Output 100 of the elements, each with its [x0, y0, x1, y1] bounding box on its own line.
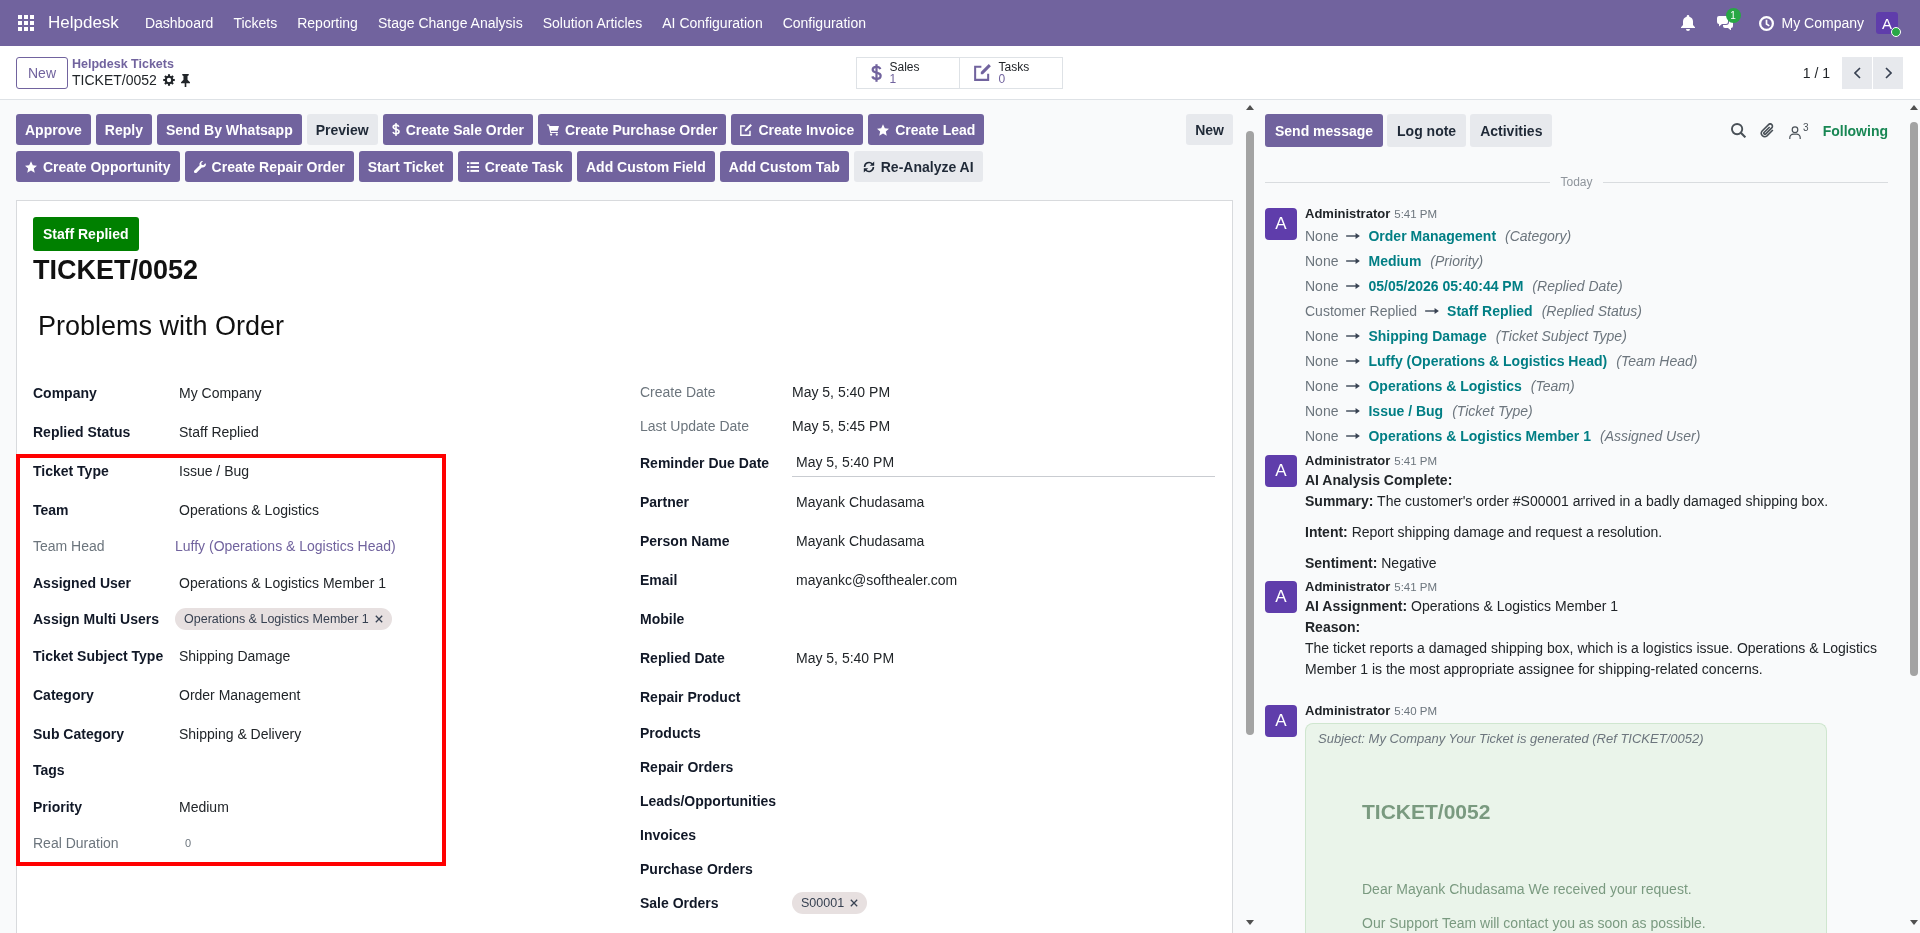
old-value: None — [1305, 252, 1339, 269]
menu-item[interactable]: Reporting — [287, 15, 368, 31]
input-field[interactable]: Operations & Logistics Member 1 — [175, 572, 386, 593]
field-label: Create Date — [640, 384, 717, 400]
old-value: Customer Replied — [1305, 302, 1418, 319]
field-label: Repair Orders — [640, 759, 735, 775]
arrow-icon — [1346, 282, 1361, 289]
action-button[interactable]: Create Opportunity — [16, 151, 180, 182]
tag[interactable]: S00001 — [792, 892, 868, 914]
action-button[interactable]: Start Ticket — [358, 151, 453, 182]
email-subject: Subject: My Company Your Ticket is generated (Ref TICKET/0052) — [1318, 731, 1704, 747]
next-button[interactable] — [1873, 56, 1903, 89]
input-field[interactable]: Order Management — [175, 684, 301, 705]
chatter-button[interactable]: Activities — [1470, 114, 1553, 147]
pager-counter[interactable]: 1 / 1 — [1802, 64, 1830, 81]
new-button[interactable]: New — [16, 56, 68, 89]
field-link[interactable]: Luffy (Operations & Logistics Head) — [175, 538, 396, 554]
action-button[interactable]: Approve — [16, 114, 91, 145]
close-icon[interactable] — [850, 899, 859, 907]
old-value: None — [1305, 352, 1339, 369]
input-field[interactable]: Shipping & Delivery — [175, 723, 302, 744]
field-name: (Team Head) — [1616, 352, 1698, 369]
clock-icon[interactable] — [1758, 15, 1774, 31]
old-value: None — [1305, 227, 1339, 244]
arrow-icon — [1346, 432, 1361, 439]
scrollbar-thumb[interactable] — [1245, 131, 1254, 735]
field-label: Leads/Opportunities — [640, 793, 778, 809]
input-field[interactable]: My Company — [175, 382, 262, 403]
following-button[interactable]: Following — [1822, 122, 1888, 139]
star-icon — [25, 160, 37, 173]
field-label: Repair Product — [640, 688, 742, 705]
action-button[interactable]: Create Purchase Order — [537, 114, 727, 145]
paperclip-icon[interactable] — [1760, 123, 1776, 138]
input-field[interactable]: Mayank Chudasama — [792, 530, 925, 551]
tag[interactable]: Operations & Logistics Member 1 — [175, 608, 392, 630]
pin-icon[interactable] — [180, 73, 190, 87]
input-field[interactable]: Shipping Damage — [175, 645, 291, 666]
input-field[interactable]: Medium — [175, 796, 229, 817]
action-button[interactable]: Create Invoice — [731, 114, 864, 145]
new-value: Issue / Bug — [1368, 402, 1444, 419]
action-button[interactable]: Add Custom Field — [577, 151, 715, 182]
subject-field[interactable]: Problems with Order — [38, 311, 285, 341]
scroll-down-arrow-icon[interactable] — [1245, 920, 1254, 925]
search-icon[interactable] — [1731, 123, 1747, 138]
action-button[interactable]: Re-Analyze AI — [853, 151, 983, 182]
followers-button[interactable]: 3 — [1789, 122, 1809, 139]
user-avatar[interactable]: A — [1876, 12, 1898, 34]
menu-item[interactable]: Solution Articles — [532, 15, 653, 31]
bell-icon[interactable] — [1680, 15, 1695, 31]
menu-item[interactable]: AI Configuration — [652, 15, 773, 31]
input-field[interactable]: mayankc@softhealer.com — [792, 569, 958, 590]
field-label: Tags — [33, 762, 66, 778]
email-text: Our Support Team will contact you as soon as possible. — [1362, 915, 1706, 931]
menu-item[interactable]: Configuration — [772, 15, 876, 31]
breadcrumb-link[interactable]: Helpdesk Tickets — [72, 56, 190, 72]
close-icon[interactable] — [374, 615, 383, 623]
field-label: Mobile — [640, 610, 686, 627]
date-separator: Today — [1559, 175, 1594, 189]
action-button[interactable]: Create Task — [457, 151, 572, 182]
input-field[interactable]: Mayank Chudasama — [792, 491, 925, 512]
action-button[interactable]: Create Repair Order — [184, 151, 354, 182]
new-value: Staff Replied — [1447, 302, 1533, 319]
smart-button[interactable]: Sales 1 — [855, 56, 960, 89]
chatter-button[interactable]: Send message — [1265, 114, 1384, 147]
menu-item[interactable]: Dashboard — [134, 15, 224, 31]
gear-icon[interactable] — [162, 74, 175, 86]
input-field[interactable]: Staff Replied — [175, 421, 259, 442]
action-button[interactable]: Reply — [95, 114, 152, 145]
field-label: Ticket Type — [33, 462, 110, 479]
arrow-icon — [1346, 407, 1361, 414]
field-name: (Replied Date) — [1532, 277, 1623, 294]
message-text: The ticket reports a damaged shipping box, which is a logistics issue. Operations & Logistics Member 1 is the most appropriate assignee for shipping-related concerns. — [1305, 639, 1878, 679]
menu-item[interactable]: Stage Change Analysis — [367, 15, 533, 31]
action-button[interactable]: Preview — [306, 114, 378, 145]
app-menu-icon[interactable] — [18, 15, 34, 31]
chatter-button[interactable]: Log note — [1387, 114, 1467, 147]
message-text: AI Assignment: Operations & Logistics Member 1 — [1305, 597, 1620, 616]
menu-item[interactable]: Tickets — [223, 15, 288, 31]
input-field[interactable]: Operations & Logistics — [175, 499, 320, 520]
scroll-up-arrow-icon[interactable] — [1245, 105, 1254, 110]
action-button[interactable]: Create Sale Order — [382, 114, 533, 145]
smart-button[interactable]: Tasks 0 — [958, 56, 1063, 89]
field-label: Person Name — [640, 532, 731, 549]
action-button[interactable]: Send By Whatsapp — [156, 114, 302, 145]
input-field[interactable]: May 5, 5:40 PM — [792, 448, 1215, 477]
new-record-button[interactable]: New — [1186, 114, 1233, 145]
scroll-up-arrow-icon[interactable] — [1909, 105, 1918, 110]
action-button[interactable]: Create Lead — [868, 114, 985, 145]
scrollbar-thumb[interactable] — [1909, 122, 1918, 676]
new-value: Shipping Damage — [1368, 327, 1487, 344]
company-switcher[interactable]: My Company — [1781, 15, 1864, 31]
scroll-down-arrow-icon[interactable] — [1909, 920, 1918, 925]
app-name[interactable]: Helpdesk — [48, 13, 119, 33]
input-field[interactable]: Issue / Bug — [175, 460, 250, 481]
record-title: TICKET/0052 — [72, 71, 157, 89]
message-text: Summary: The customer's order #S00001 arrived in a badly damaged shipping box. — [1305, 492, 1830, 511]
input-field[interactable]: May 5, 5:40 PM — [792, 647, 895, 668]
action-button[interactable]: Add Custom Tab — [719, 151, 849, 182]
previous-button[interactable] — [1842, 56, 1872, 89]
field-label: Company — [33, 384, 98, 401]
